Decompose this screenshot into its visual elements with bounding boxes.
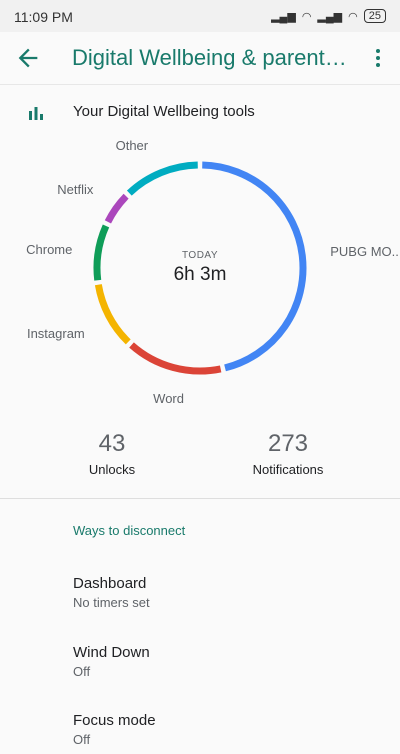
- divider: [0, 498, 400, 499]
- status-time: 11:09 PM: [14, 9, 73, 25]
- wind-down-item[interactable]: Wind Down Off: [73, 644, 373, 679]
- today-caption: TODAY: [181, 250, 219, 261]
- more-options-icon[interactable]: [366, 44, 390, 72]
- wind-down-title: Wind Down: [73, 644, 150, 661]
- usage-label-instagram: Instagram: [26, 326, 85, 342]
- digital-wellbeing-tools-header: Your Digital Wellbeing tools: [0, 96, 400, 128]
- signal-icon: ▂▄▆: [271, 10, 296, 23]
- page-title: Digital Wellbeing & parental controls: [72, 45, 356, 70]
- usage-segment-netflix[interactable]: [104, 193, 129, 224]
- usage-segment-instagram[interactable]: [94, 284, 131, 345]
- notifications-label: Notifications: [252, 462, 324, 477]
- total-screen-time: 6h 3m: [173, 264, 227, 285]
- back-arrow-icon[interactable]: [14, 44, 42, 72]
- focus-mode-item[interactable]: Focus mode Off: [73, 712, 373, 747]
- usage-label-word: Word: [153, 390, 184, 406]
- dashboard-item[interactable]: Dashboard No timers set: [73, 575, 373, 610]
- ways-to-disconnect-title: Ways to disconnect: [73, 523, 186, 538]
- bar-chart-icon: [29, 107, 43, 120]
- status-icons: ▂▄▆ ◠ ▂▄▆ ◠ 25: [271, 9, 386, 23]
- dashboard-subtitle: No timers set: [73, 595, 150, 610]
- unlocks-value: 43: [98, 430, 126, 457]
- status-bar: 11:09 PM ▂▄▆ ◠ ▂▄▆ ◠ 25: [0, 0, 400, 32]
- wifi-icon: ◠: [301, 10, 312, 23]
- notifications-stat: 273 Notifications: [228, 430, 348, 477]
- tools-label: Your Digital Wellbeing tools: [73, 103, 255, 120]
- stats-row: 43 Unlocks 273 Notifications: [0, 430, 400, 500]
- notifications-value: 273: [267, 430, 309, 457]
- usage-segment-other[interactable]: [126, 161, 198, 196]
- wind-down-subtitle: Off: [73, 664, 91, 679]
- unlocks-label: Unlocks: [88, 462, 136, 477]
- battery-icon: 25: [363, 9, 386, 23]
- focus-mode-subtitle: Off: [73, 732, 91, 747]
- app-bar: Digital Wellbeing & parental controls: [0, 32, 400, 85]
- focus-mode-title: Focus mode: [73, 712, 156, 729]
- wifi-icon-2: ◠: [348, 10, 358, 23]
- usage-label-other: Other: [115, 138, 149, 154]
- usage-segment-word[interactable]: [129, 342, 222, 375]
- usage-donut-chart[interactable]: PUBG MO... Word Instagram Chrome Netflix Othe…: [0, 138, 400, 420]
- unlocks-stat: 43 Unlocks: [62, 430, 162, 477]
- dashboard-title: Dashboard: [73, 575, 147, 592]
- signal-icon-2: ▂▄▆: [317, 10, 343, 23]
- usage-label-netflix: Netflix: [57, 181, 94, 197]
